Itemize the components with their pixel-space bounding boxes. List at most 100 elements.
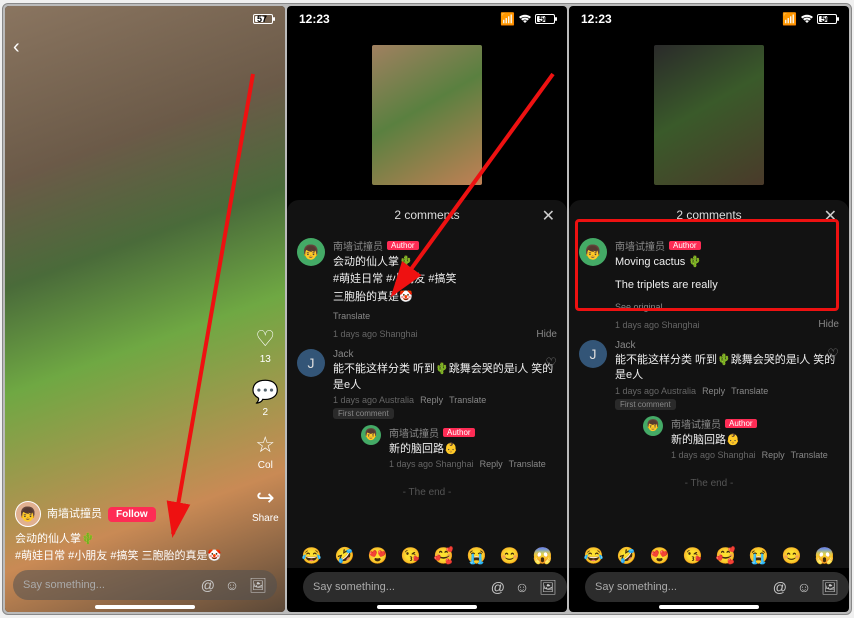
- input-placeholder: Say something...: [23, 579, 201, 591]
- comment-count: 2: [263, 407, 269, 418]
- video-thumbnail-area[interactable]: [287, 30, 567, 200]
- emoji-option[interactable]: 😍: [368, 546, 388, 566]
- signal-icon: 📶: [782, 12, 797, 26]
- emoji-option[interactable]: 🤣: [335, 546, 355, 566]
- like-count: 13: [260, 354, 271, 365]
- close-icon[interactable]: ✕: [542, 206, 555, 226]
- emoji-option[interactable]: 😂: [302, 546, 322, 566]
- right-action-rail: ♡ 13 💬 2 ☆ Col ↪ Share: [252, 326, 279, 524]
- comment-item: J Jack 能不能这样分类 听到🌵跳舞会哭的是i人 笑的是e人 1 days …: [579, 340, 839, 460]
- comment-text: 能不能这样分类 听到🌵跳舞会哭的是i人 笑的是e人: [615, 353, 839, 384]
- avatar[interactable]: J: [297, 349, 325, 377]
- emoji-icon[interactable]: ☺: [515, 579, 529, 596]
- first-comment-badge: First comment: [333, 408, 394, 419]
- comment-icon: 💬: [252, 379, 279, 405]
- hide-button[interactable]: Hide: [536, 329, 557, 340]
- comments-count-label: 2 comments: [394, 208, 459, 222]
- emoji-option[interactable]: 😘: [401, 546, 421, 566]
- mention-icon[interactable]: @: [773, 579, 787, 596]
- collect-button[interactable]: ☆ Col: [255, 432, 275, 471]
- reply-text: 新的脑回路👶: [389, 442, 557, 457]
- home-indicator[interactable]: [377, 605, 477, 609]
- comment-author-name[interactable]: Jack: [615, 340, 636, 351]
- home-indicator[interactable]: [95, 605, 195, 609]
- emoji-option[interactable]: 🥰: [716, 546, 736, 566]
- like-button[interactable]: ♡ 13: [255, 326, 275, 365]
- translate-link[interactable]: Translate: [509, 459, 546, 469]
- share-label: Share: [252, 513, 279, 524]
- author-name[interactable]: 南墙试撞员: [47, 506, 102, 523]
- input-placeholder: Say something...: [313, 581, 491, 593]
- emoji-option[interactable]: 😂: [584, 546, 604, 566]
- comment-input-bar[interactable]: Say something... @ ☺ 🖼: [13, 570, 277, 600]
- emoji-icon[interactable]: ☺: [797, 579, 811, 596]
- mention-icon[interactable]: @: [201, 577, 215, 594]
- signal-icon: 📶: [500, 12, 515, 26]
- emoji-option[interactable]: 😱: [533, 546, 553, 566]
- avatar[interactable]: 👦: [643, 416, 663, 436]
- comment-author-name[interactable]: Jack: [333, 349, 354, 360]
- avatar[interactable]: J: [579, 340, 607, 368]
- comments-header: 2 comments ✕: [287, 200, 567, 230]
- phone-screen-2: 12:23 📶 56 2 comments ✕: [287, 6, 567, 612]
- emoji-option[interactable]: 🥰: [434, 546, 454, 566]
- emoji-option[interactable]: 😭: [467, 546, 487, 566]
- comment-text-line1: 会动的仙人掌🌵: [333, 255, 557, 270]
- comment-button[interactable]: 💬 2: [252, 379, 279, 418]
- wifi-icon: [800, 14, 814, 24]
- emoji-quick-bar: 😂 🤣 😍 😘 🥰 😭 😊 😱: [569, 544, 849, 568]
- reply-link[interactable]: Reply: [702, 386, 725, 396]
- translate-link[interactable]: Translate: [449, 395, 486, 405]
- wifi-icon: [518, 14, 532, 24]
- emoji-option[interactable]: 😘: [683, 546, 703, 566]
- reply-link[interactable]: Reply: [480, 459, 503, 469]
- share-button[interactable]: ↪ Share: [252, 485, 279, 524]
- mention-icon[interactable]: @: [491, 579, 505, 596]
- caption-block: 👦 南墙试撞员 Follow 会动的仙人掌🌵 #萌娃日常 #小朋友 #搞笑 三胞…: [15, 501, 235, 564]
- comment-text-line3: 三胞胎的真是🤡: [333, 290, 557, 305]
- image-icon[interactable]: 🖼: [539, 579, 557, 596]
- translate-link[interactable]: Translate: [731, 386, 768, 396]
- translate-link[interactable]: Translate: [791, 450, 828, 460]
- end-of-comments: - The end -: [297, 487, 557, 498]
- emoji-option[interactable]: 😊: [782, 546, 802, 566]
- emoji-option[interactable]: 😍: [650, 546, 670, 566]
- input-placeholder: Say something...: [595, 581, 773, 593]
- emoji-option[interactable]: 😭: [749, 546, 769, 566]
- comment-input-bar[interactable]: Say something... @ ☺ 🖼: [303, 572, 567, 602]
- phone-screen-1: 12:23 📶 57 ‹ ♡ 13 💬: [5, 6, 285, 612]
- comment-input-bar[interactable]: Say something... @ ☺ 🖼: [585, 572, 849, 602]
- reply-author-name[interactable]: 南墙试撞员: [671, 416, 721, 431]
- comment-author-name[interactable]: 南墙试撞员: [333, 238, 383, 253]
- emoji-icon[interactable]: ☺: [225, 577, 239, 594]
- image-icon[interactable]: 🖼: [821, 579, 839, 596]
- status-bar: 12:23 📶 56: [569, 6, 849, 30]
- follow-button[interactable]: Follow: [108, 507, 156, 522]
- comment-text-line2: #萌娃日常 #小朋友 #搞笑: [333, 272, 557, 287]
- reply-link[interactable]: Reply: [762, 450, 785, 460]
- emoji-option[interactable]: 🤣: [617, 546, 637, 566]
- hide-button[interactable]: Hide: [818, 319, 839, 330]
- translate-link[interactable]: Translate: [333, 311, 370, 321]
- video-thumbnail-area[interactable]: [569, 30, 849, 200]
- status-time: 12:23: [299, 12, 330, 26]
- like-comment-icon[interactable]: ♡: [545, 355, 557, 371]
- emoji-option[interactable]: 😱: [815, 546, 835, 566]
- avatar[interactable]: 👦: [361, 425, 381, 445]
- image-icon[interactable]: 🖼: [249, 577, 267, 594]
- like-comment-icon[interactable]: ♡: [827, 346, 839, 362]
- reply-author-name[interactable]: 南墙试撞员: [389, 425, 439, 440]
- comments-list[interactable]: 👦 南墙试撞员 Author 会动的仙人掌🌵 #萌娃日常 #小朋友 #搞笑 三胞…: [287, 230, 567, 544]
- end-of-comments: - The end -: [579, 478, 839, 489]
- annotation-highlight: [575, 219, 839, 311]
- back-button[interactable]: ‹: [13, 36, 20, 59]
- avatar[interactable]: 👦: [297, 238, 325, 266]
- author-badge: Author: [725, 419, 757, 428]
- comment-timestamp: 1 days ago Shanghai: [333, 329, 418, 339]
- emoji-option[interactable]: 😊: [500, 546, 520, 566]
- author-avatar[interactable]: 👦: [15, 501, 41, 527]
- comment-timestamp: 1 days ago Australia: [615, 386, 696, 396]
- collect-label: Col: [258, 460, 273, 471]
- reply-link[interactable]: Reply: [420, 395, 443, 405]
- home-indicator[interactable]: [659, 605, 759, 609]
